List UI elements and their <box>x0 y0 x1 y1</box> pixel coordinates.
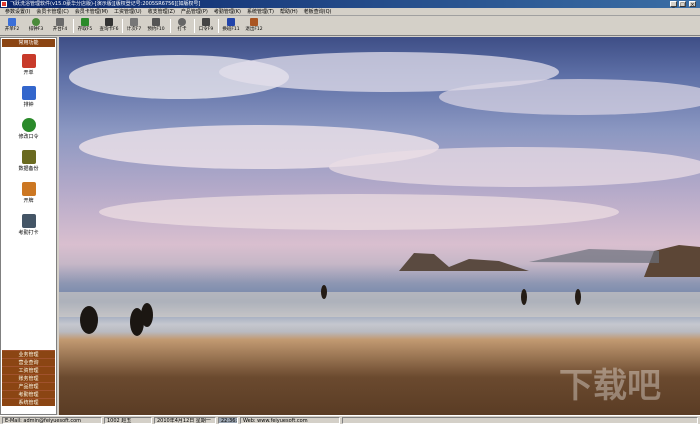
app-icon <box>1 1 7 7</box>
exit-button[interactable]: 退出F12 <box>244 17 264 35</box>
toolbar: 开单F2 排钟F3 开台F4 存取F5 查询卡F6 计次F7 预约F10 打卡 … <box>0 16 700 36</box>
sidebar-item-change-password[interactable]: 修改口令 <box>3 116 54 146</box>
sidebar-section-business[interactable]: 业务管理 <box>2 350 55 358</box>
binoculars-icon <box>105 18 113 26</box>
sidebar-item-attendance[interactable]: 考勤打卡 <box>3 212 54 242</box>
count-icon <box>130 18 138 26</box>
password-icon <box>21 118 36 132</box>
open-order-icon <box>8 18 16 26</box>
menu-member-manage[interactable]: 会员卡管理(M) <box>72 8 111 15</box>
maximize-button[interactable]: □ <box>679 1 686 8</box>
menu-salary[interactable]: 工资管理(U) <box>111 8 145 15</box>
punch-button[interactable]: 打卡 <box>174 17 190 35</box>
sidebar-section-attendance[interactable]: 考勤管理 <box>2 390 55 398</box>
window-title: 飞跃洗浴管理软件(v15.0豪华分店版)-[演示版][版权登记号:2005SR6… <box>10 1 201 7</box>
clock-icon <box>32 18 40 26</box>
key-icon <box>202 18 210 26</box>
menu-system[interactable]: 系统管理(T) <box>244 8 277 15</box>
menu-settings[interactable]: 参数设置(I) <box>2 8 33 15</box>
sidebar-section-accounts[interactable]: 账务管理 <box>2 374 55 382</box>
sidebar-item-open-order[interactable]: 开单 <box>3 52 54 82</box>
count-button[interactable]: 计次F7 <box>125 17 143 35</box>
sidebar-section-salary[interactable]: 工资管理 <box>2 366 55 374</box>
reserve-icon <box>152 18 160 26</box>
sidebar-item-open-card[interactable]: 开牌 <box>3 180 54 210</box>
menu-attendance[interactable]: 考勤管理(K) <box>211 8 244 15</box>
sidebar-section-system[interactable]: 系统管理 <box>2 398 55 406</box>
punch-icon <box>178 18 186 26</box>
password-button[interactable]: 口令F9 <box>197 17 215 35</box>
open-order-button[interactable]: 开单F2 <box>3 17 21 35</box>
menu-boss-query[interactable]: 老板查询(Q) <box>301 8 335 15</box>
arrange-clock-button[interactable]: 排钟F3 <box>27 17 45 35</box>
query-card-button[interactable]: 查询卡F6 <box>98 17 120 35</box>
status-date: 2010年4月12日 星期一 <box>154 417 216 424</box>
menu-bar: 参数设置(I) 会员卡管理(C) 会员卡管理(M) 工资管理(U) 收支管理(Z… <box>0 8 700 16</box>
menu-help[interactable]: 帮助(H) <box>277 8 301 15</box>
sidebar: 常用功能 开单 排钟 修改口令 数据备份 开牌 考勤打卡 业务管理 营业查询 工… <box>0 37 57 415</box>
attendance-icon <box>21 214 36 228</box>
sidebar-section-query[interactable]: 营业查询 <box>2 358 55 366</box>
title-bar: 飞跃洗浴管理软件(v15.0豪华分店版)-[演示版][版权登记号:2005SR6… <box>0 0 700 8</box>
status-time: 22:36:06 <box>218 417 238 424</box>
menu-member-card[interactable]: 会员卡管理(C) <box>33 8 71 15</box>
clock-icon <box>21 86 36 100</box>
shift-change-button[interactable]: 换班F11 <box>221 17 241 35</box>
status-email: E-Mail: admin@feiyuesoft.com <box>2 417 102 424</box>
reserve-button[interactable]: 预约F10 <box>146 17 166 35</box>
backup-icon <box>21 150 36 164</box>
deposit-button[interactable]: 存取F5 <box>76 17 94 35</box>
menu-finance[interactable]: 收支管理(Z) <box>145 8 178 15</box>
sidebar-item-backup[interactable]: 数据备份 <box>3 148 54 178</box>
deposit-icon <box>81 18 89 26</box>
status-web: Web: www.feiyuesoft.com <box>240 417 340 424</box>
toolbar-separator <box>73 19 74 33</box>
toolbar-separator <box>218 19 219 33</box>
beach-scene: 下载吧 <box>59 52 700 406</box>
open-order-icon <box>21 54 36 68</box>
toolbar-separator <box>122 19 123 33</box>
sidebar-header: 常用功能 <box>2 39 55 47</box>
exit-icon <box>250 18 258 26</box>
card-icon <box>21 182 36 196</box>
toolbar-separator <box>194 19 195 33</box>
status-operator: 1002 赵五 <box>104 417 152 424</box>
desktop-background-image: 下载吧 <box>59 37 700 415</box>
toolbar-separator <box>170 19 171 33</box>
close-button[interactable]: × <box>689 1 696 8</box>
status-bar: E-Mail: admin@feiyuesoft.com 1002 赵五 201… <box>0 415 700 424</box>
status-empty-panel <box>342 417 698 424</box>
sidebar-item-arrange-clock[interactable]: 排钟 <box>3 84 54 114</box>
menu-product[interactable]: 产品管理(P) <box>178 8 211 15</box>
table-icon <box>56 18 64 26</box>
open-table-button[interactable]: 开台F4 <box>51 17 69 35</box>
shift-icon <box>227 18 235 26</box>
sidebar-section-product[interactable]: 产品管理 <box>2 382 55 390</box>
watermark-logo: 下载吧 <box>559 366 661 406</box>
minimize-button[interactable]: _ <box>670 1 677 8</box>
